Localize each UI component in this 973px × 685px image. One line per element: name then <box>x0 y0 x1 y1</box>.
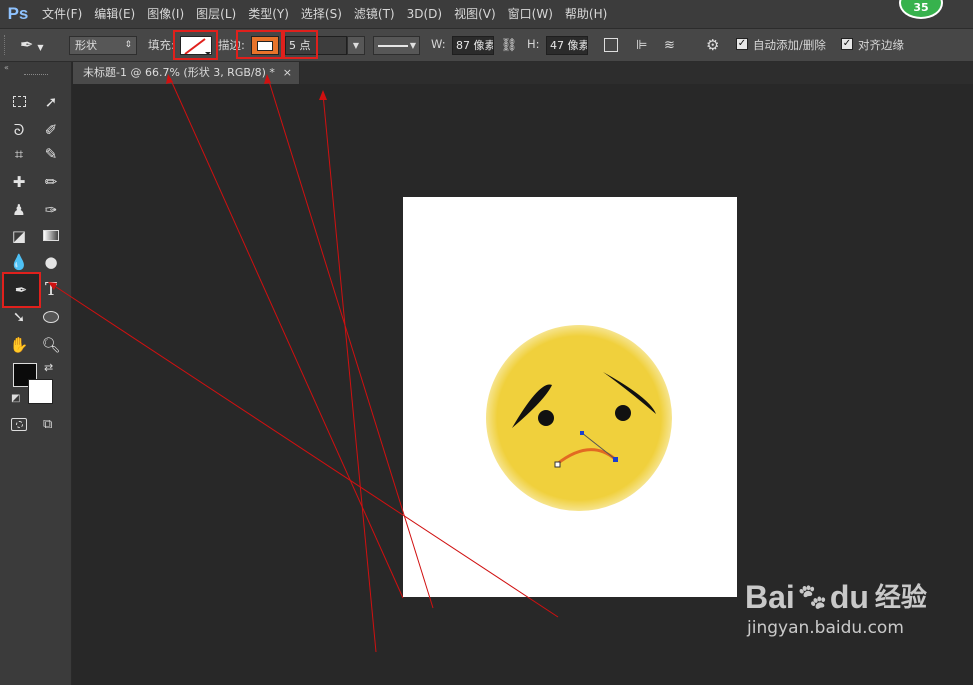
right-eye <box>615 405 631 421</box>
watermark-product: 经验 <box>874 582 927 612</box>
fill-highlight-box <box>173 30 218 60</box>
annotation-arrowheads <box>48 74 327 290</box>
watermark-brand-suffix: du <box>829 579 869 615</box>
anchor-point-selected[interactable] <box>613 457 618 462</box>
emoji-face[interactable] <box>486 325 672 511</box>
baidu-watermark: Bai 🐾︎ du 经验 jingyan.baidu.com <box>745 580 927 638</box>
watermark-brand: Bai <box>745 579 795 615</box>
stroke-highlight-box <box>236 30 283 59</box>
left-eye <box>538 410 554 426</box>
anchor-point[interactable] <box>554 461 561 468</box>
paw-icon: 🐾︎ <box>795 582 829 612</box>
annotation-lines <box>49 77 559 653</box>
bezier-handle-point[interactable] <box>580 431 584 435</box>
stroke-width-highlight-box <box>283 30 318 59</box>
watermark-url: jingyan.baidu.com <box>747 618 904 638</box>
